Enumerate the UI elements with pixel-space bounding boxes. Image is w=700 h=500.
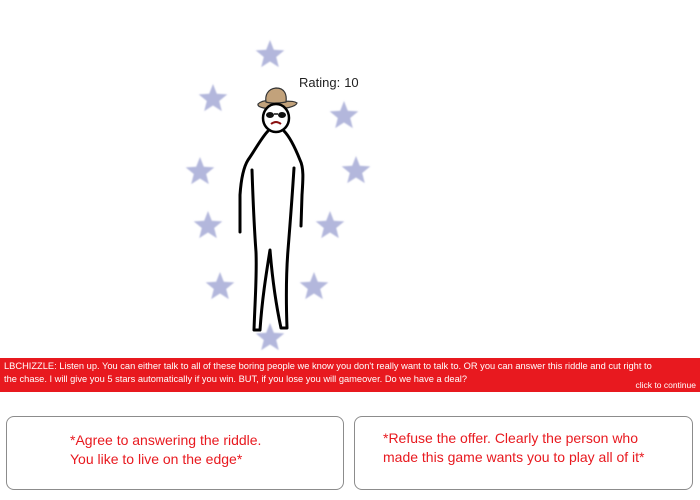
star-icon	[329, 101, 359, 129]
star-icon	[193, 211, 223, 239]
star-icon	[198, 84, 228, 112]
rating-display: Rating: 10	[299, 75, 359, 90]
star-icon	[299, 272, 329, 300]
star-icon	[255, 40, 285, 68]
star-icon	[315, 211, 345, 239]
star-icon	[205, 272, 235, 300]
star-icon	[185, 157, 215, 185]
stick-figure-body	[238, 129, 305, 332]
dialog-bar[interactable]: LBCHIZZLE: Listen up. You can either tal…	[0, 358, 700, 392]
choice-agree-line-2: You like to live on the edge*	[70, 451, 243, 467]
continue-prompt[interactable]: click to continue	[636, 380, 696, 390]
lbchizzle-character[interactable]	[238, 87, 305, 332]
game-scene	[185, 40, 371, 351]
rating-value: 10	[344, 75, 359, 90]
rating-label: Rating:	[299, 75, 341, 90]
choice-agree-line-1: *Agree to answering the riddle.	[70, 432, 262, 448]
game-stage: Rating: 10 LBCHIZZLE: Listen up. You can …	[0, 0, 700, 500]
choice-agree-button[interactable]: *Agree to answering the riddle. You like…	[6, 416, 344, 490]
dialog-text: LBCHIZZLE: Listen up. You can either tal…	[4, 361, 652, 384]
choice-refuse-button[interactable]: *Refuse the offer. Clearly the person wh…	[354, 416, 693, 490]
choice-refuse-line-1: *Refuse the offer. Clearly the person wh…	[383, 430, 639, 446]
star-icon	[341, 156, 371, 184]
choice-refuse-line-2: made this game wants you to play all of …	[383, 449, 645, 465]
